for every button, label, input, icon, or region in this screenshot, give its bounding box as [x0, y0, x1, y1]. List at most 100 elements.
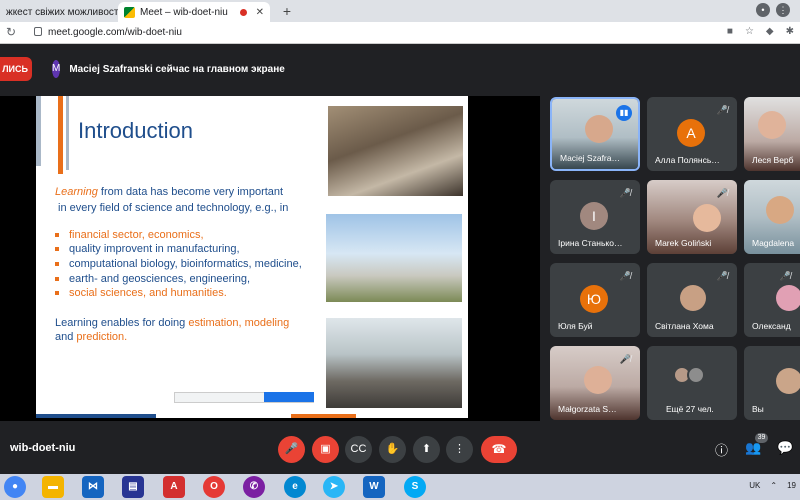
participant-tile[interactable]: 🎤̸ Олександ [744, 263, 800, 337]
shared-screen[interactable]: Introduction Learning from data has beco… [0, 96, 540, 421]
vs-code-icon[interactable]: ⋈ [82, 476, 104, 498]
more-participants-tile[interactable]: Ещё 27 чел. [647, 346, 737, 420]
slide-bullet: social sciences, and humanities. [55, 287, 227, 299]
language-indicator[interactable]: UK [749, 481, 760, 490]
participant-initial: І [580, 202, 608, 230]
participant-tile[interactable]: Леся Верб [744, 97, 800, 171]
participant-name: Алла Полянсь… [655, 155, 720, 165]
viber-icon[interactable]: ✆ [243, 476, 265, 498]
slide-emphasis: prediction. [76, 331, 128, 343]
participant-initial: А [677, 119, 705, 147]
slide-photo-building [326, 214, 462, 302]
slide-bullet: earth- and geosciences, engineering, [55, 273, 250, 285]
puzzle-icon[interactable]: ✱ [786, 26, 794, 37]
mic-off-icon: 🎤̸ [619, 354, 631, 364]
url-field[interactable]: meet.google.com/wib-doet-niu [48, 27, 182, 38]
file-explorer-icon[interactable]: ▬ [42, 476, 64, 498]
slide-text: and [55, 331, 77, 343]
participant-tile[interactable]: 🎤̸ І Ірина Станько… [550, 180, 640, 254]
word-icon[interactable]: W [363, 476, 385, 498]
present-screen-button[interactable]: ⬆ [413, 436, 440, 463]
presentation-slide: Introduction Learning from data has beco… [36, 96, 468, 418]
bookmark-star-icon[interactable]: ☆ [745, 26, 754, 37]
bullet-text: social sciences, and humanities. [69, 287, 227, 299]
profile-icon[interactable]: • [756, 3, 770, 17]
raise-hand-button[interactable]: ✋ [379, 436, 406, 463]
slide-photo-classroom [328, 106, 463, 196]
save-app-icon[interactable]: ▤ [122, 476, 144, 498]
skype-icon[interactable]: S [404, 476, 426, 498]
participant-tile[interactable]: Magdalena [744, 180, 800, 254]
participant-name: Світлана Хома [655, 321, 714, 331]
participant-tile[interactable]: ▮▮ Maciej Szafra… [550, 97, 640, 171]
browser-tab-active[interactable]: Meet – wib-doet-niu ✕ [118, 2, 270, 22]
bullet-icon [55, 247, 59, 251]
acrobat-icon[interactable]: A [163, 476, 185, 498]
participant-name: Magdalena [752, 238, 795, 248]
close-tab-icon[interactable]: ✕ [252, 7, 264, 18]
slide-bullet: financial sector, economics, [55, 229, 204, 241]
participant-tile[interactable]: 🎤̸ Małgorzata S… [550, 346, 640, 420]
window-controls: • ⋮ [756, 3, 790, 17]
mic-off-icon: 🎤̸ [716, 188, 728, 198]
stop-sharing-button[interactable] [264, 392, 314, 402]
telegram-icon[interactable]: ➤ [323, 476, 345, 498]
self-tile[interactable]: Вы [744, 346, 800, 420]
leave-call-button[interactable]: ☎ [481, 436, 517, 463]
meeting-info-icon[interactable]: ⓘ [715, 440, 728, 459]
browser-tab[interactable]: жкест свіжих можливостей ✕ [0, 2, 118, 22]
system-tray: UK ⌃ 19 [749, 481, 796, 490]
meeting-code: wib-doet-niu [10, 442, 76, 454]
participant-tile[interactable]: 🎤̸ Світлана Хома [647, 263, 737, 337]
browser-tab-strip: жкест свіжих можливостей ✕ Meet – wib-do… [0, 0, 800, 22]
captions-button[interactable]: CC [345, 436, 372, 463]
camera-icon[interactable]: ■ [727, 26, 733, 37]
tab-title: Meet – wib-doet-niu [140, 6, 228, 18]
tray-arrow-icon[interactable]: ⌃ [770, 481, 777, 490]
bullet-text: quality improvent in manufacturing, [69, 243, 240, 255]
camera-toggle-button[interactable]: ▣ [312, 436, 339, 463]
slide-decor-bar [36, 96, 41, 166]
edge-icon[interactable]: e [284, 476, 306, 498]
participant-tile[interactable]: 🎤̸ Ю Юля Буй [550, 263, 640, 337]
slide-photo-group [326, 318, 462, 408]
reload-icon[interactable]: ↻ [6, 25, 16, 39]
participants-count-badge: 39 [755, 433, 768, 443]
slide-decor-bar [66, 96, 69, 170]
participant-name: Marek Goliński [655, 238, 712, 248]
speaking-icon: ▮▮ [616, 105, 632, 121]
mic-off-icon: 🎤̸ [716, 271, 728, 281]
record-button[interactable]: ЛИСЬ [0, 57, 32, 81]
slide-decor-bar [58, 96, 63, 174]
presenter-avatar: M [52, 60, 61, 78]
slide-text: Learning enables for doing [55, 317, 189, 329]
new-tab-button[interactable]: + [279, 3, 295, 19]
mic-off-icon: 🎤̸ [619, 271, 631, 281]
meet-favicon-icon [124, 6, 135, 18]
chat-icon[interactable]: 💬 [777, 440, 793, 456]
lock-icon[interactable] [34, 27, 42, 36]
chrome-app-icon[interactable]: ● [4, 476, 26, 498]
slide-text-line: and prediction. [55, 331, 127, 343]
slide-text-line: Learning enables for doing estimation, m… [55, 317, 289, 329]
opera-icon[interactable]: O [203, 476, 225, 498]
bullet-text: earth- and geosciences, engineering, [69, 273, 251, 285]
recording-dot-icon [239, 8, 247, 16]
clock[interactable]: 19 [787, 481, 796, 490]
participant-avatar [776, 285, 800, 311]
slide-bullet: computational biology, bioinformatics, m… [55, 258, 302, 270]
participant-tile[interactable]: 🎤̸ Marek Goliński [647, 180, 737, 254]
extension-icon[interactable]: ◆ [766, 26, 774, 37]
bullet-icon [55, 233, 59, 237]
participant-name: Maciej Szafra… [560, 153, 620, 163]
address-bar: ↻ meet.google.com/wib-doet-niu ■ ☆ ◆ ✱ [0, 22, 800, 44]
participant-tile[interactable]: 🎤̸ А Алла Полянсь… [647, 97, 737, 171]
avatar [687, 366, 705, 384]
mic-toggle-button[interactable]: 🎤 [278, 436, 305, 463]
more-options-button[interactable]: ⋮ [446, 436, 473, 463]
presentation-notice-bar: ЛИСЬ M Maciej Szafranski сейчас на главн… [0, 56, 800, 84]
address-bar-icons: ■ ☆ ◆ ✱ [727, 26, 794, 37]
slide-bullet: quality improvent in manufacturing, [55, 243, 240, 255]
more-participants-avatars [673, 366, 705, 384]
menu-icon[interactable]: ⋮ [776, 3, 790, 17]
